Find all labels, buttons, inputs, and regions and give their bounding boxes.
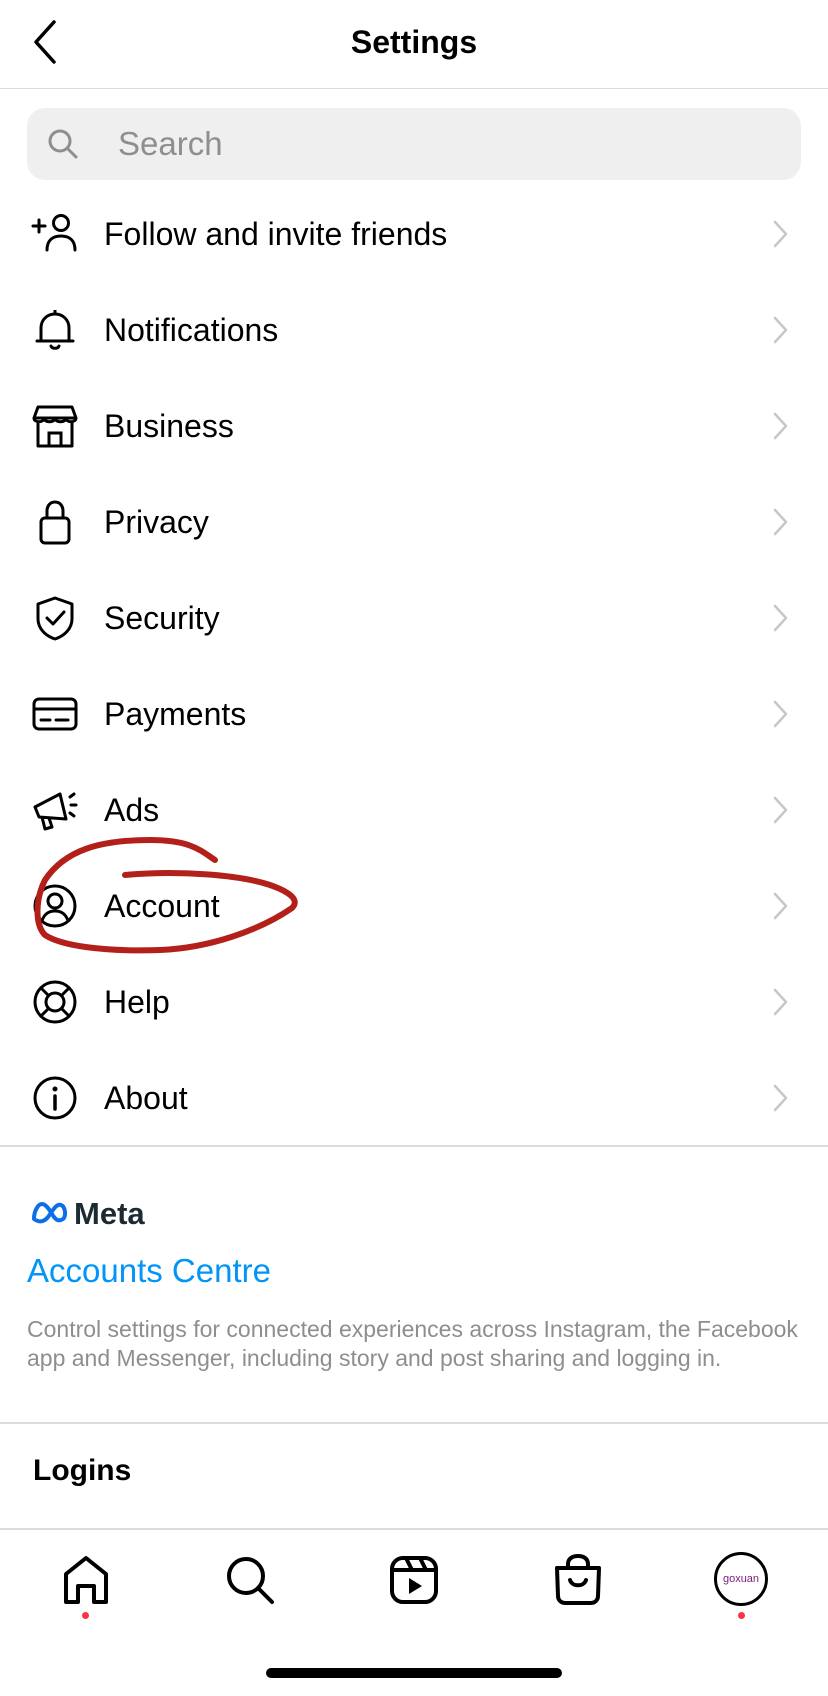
menu-item-payments[interactable]: Payments <box>0 666 828 762</box>
section-divider <box>0 1145 828 1147</box>
tab-profile-avatar[interactable]: goxuan <box>714 1552 768 1606</box>
meta-wordmark: Meta <box>74 1196 145 1231</box>
info-icon <box>33 1076 77 1120</box>
menu-item-label: Payments <box>104 696 247 732</box>
menu-item-about[interactable]: About <box>0 1050 828 1146</box>
shop-icon <box>32 405 78 448</box>
shopping-bag-icon <box>555 1553 601 1605</box>
menu-item-follow-invite[interactable]: Follow and invite friends <box>0 186 828 282</box>
avatar-text: goxuan <box>722 1573 760 1585</box>
section-divider <box>0 1422 828 1424</box>
menu-item-help[interactable]: Help <box>0 954 828 1050</box>
search-icon <box>227 1557 274 1604</box>
menu-item-security[interactable]: Security <box>0 570 828 666</box>
menu-item-label: Security <box>104 600 220 636</box>
chevron-right-icon <box>773 1084 788 1112</box>
search-bar[interactable] <box>27 108 801 180</box>
chevron-right-icon <box>773 796 788 824</box>
home-indicator <box>266 1668 562 1678</box>
menu-item-label: Notifications <box>104 312 279 348</box>
card-icon <box>32 697 78 731</box>
chevron-right-icon <box>773 988 788 1016</box>
header-bar: Settings <box>0 0 828 89</box>
accounts-centre-description: Control settings for connected experienc… <box>27 1316 798 1371</box>
meta-infinity-icon <box>32 1202 68 1224</box>
menu-item-label: About <box>104 1080 188 1116</box>
tab-shop[interactable] <box>548 1550 608 1610</box>
menu-item-label: Ads <box>104 792 160 828</box>
tab-search[interactable] <box>220 1550 280 1610</box>
tab-reels[interactable] <box>384 1550 444 1610</box>
lifebuoy-icon <box>33 980 77 1024</box>
logins-section-title[interactable]: Logins <box>33 1454 131 1488</box>
chevron-right-icon <box>773 892 788 920</box>
chevron-right-icon <box>773 604 788 632</box>
chevron-right-icon <box>773 220 788 248</box>
menu-item-label: Help <box>104 984 170 1020</box>
megaphone-icon <box>33 792 78 831</box>
chevron-right-icon <box>773 508 788 536</box>
chevron-right-icon <box>773 316 788 344</box>
search-input[interactable] <box>91 108 781 180</box>
add-person-icon <box>31 214 77 252</box>
shield-icon <box>36 596 74 641</box>
menu-item-label: Account <box>104 888 220 924</box>
page-title: Settings <box>350 24 478 60</box>
menu-item-privacy[interactable]: Privacy <box>0 474 828 570</box>
menu-item-label: Business <box>104 408 234 444</box>
reels-icon <box>390 1556 438 1604</box>
menu-item-label: Follow and invite friends <box>104 216 448 252</box>
chevron-right-icon <box>773 700 788 728</box>
notification-dot <box>82 1612 89 1619</box>
menu-item-notifications[interactable]: Notifications <box>0 282 828 378</box>
menu-item-ads[interactable]: Ads <box>0 762 828 858</box>
lock-icon <box>39 500 71 545</box>
chevron-right-icon <box>773 412 788 440</box>
settings-menu: Follow and invite friends Notifications … <box>0 186 828 1146</box>
home-icon <box>64 1556 108 1604</box>
tab-home[interactable] <box>56 1550 116 1610</box>
accounts-centre-link[interactable]: Accounts Centre <box>27 1252 271 1290</box>
search-icon <box>48 129 78 159</box>
menu-item-label: Privacy <box>104 504 209 540</box>
notification-dot <box>738 1612 745 1619</box>
bell-icon <box>35 310 75 350</box>
menu-item-account[interactable]: Account <box>0 858 828 954</box>
menu-item-business[interactable]: Business <box>0 378 828 474</box>
account-circle-icon <box>33 884 77 928</box>
